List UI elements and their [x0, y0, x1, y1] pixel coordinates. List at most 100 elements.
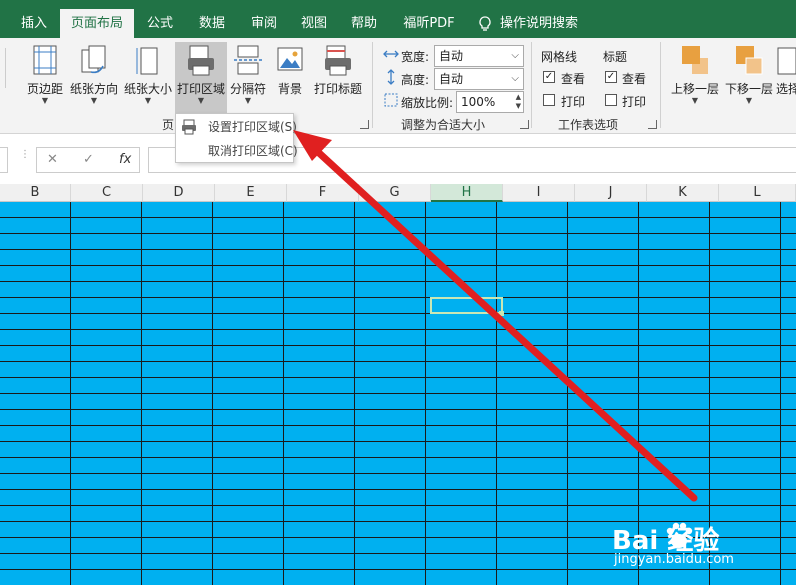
- tab-data[interactable]: 数据: [188, 9, 236, 38]
- width-value: 自动: [439, 49, 464, 63]
- scale-value: 100%: [461, 95, 496, 109]
- print-titles-label: 打印标题: [313, 82, 362, 96]
- orientation-label: 纸张方向: [69, 82, 118, 96]
- chevron-down-icon: ▼: [691, 96, 699, 105]
- headings-print-checkbox[interactable]: [605, 94, 617, 106]
- tab-view[interactable]: 视图: [290, 9, 338, 38]
- bring-forward-icon: [682, 46, 708, 74]
- ribbon: 页边距 ▼ 纸张方向 ▼ 纸张大小 ▼ 打印区域 ▼ 分隔符 ▼ 背景 打印标题…: [0, 38, 796, 134]
- gridlines-print-checkbox[interactable]: [543, 94, 555, 106]
- paper-size-icon: [136, 47, 158, 75]
- send-backward-icon: [736, 46, 763, 75]
- headings-view-label: 查看: [622, 72, 647, 86]
- fx-icon[interactable]: fx: [119, 152, 131, 167]
- gridlines-view-label: 查看: [561, 72, 586, 86]
- selection-pane-label: 选择: [776, 82, 796, 96]
- column-header[interactable]: L: [719, 184, 796, 202]
- active-cell[interactable]: [430, 297, 503, 314]
- gridlines-view-checkbox[interactable]: ✓: [543, 71, 555, 83]
- height-select[interactable]: 自动 ⌵: [434, 68, 524, 90]
- tab-foxit-pdf[interactable]: 福昕PDF: [392, 9, 466, 38]
- bring-forward-button[interactable]: 上移一层 ▼: [668, 38, 722, 110]
- chevron-down-icon: ▼: [197, 96, 205, 105]
- column-header[interactable]: K: [647, 184, 719, 202]
- breaks-icon: [234, 45, 262, 75]
- column-header[interactable]: E: [215, 184, 287, 202]
- bring-forward-label: 上移一层: [670, 82, 719, 96]
- sheet-options-launcher-icon[interactable]: [648, 120, 657, 129]
- more-icon[interactable]: ⋮: [20, 150, 30, 168]
- group-divider: [372, 42, 373, 128]
- page-setup-launcher-icon[interactable]: [360, 120, 369, 129]
- lightbulb-icon: [479, 16, 491, 31]
- gridlines-print-label: 打印: [561, 95, 586, 109]
- chevron-down-icon: ⌵: [511, 73, 519, 84]
- name-box[interactable]: [0, 147, 8, 173]
- width-select[interactable]: 自动 ⌵: [434, 45, 524, 67]
- size-label: 纸张大小: [123, 82, 172, 96]
- scale-to-fit-group-label: 调整为合适大小: [401, 118, 486, 132]
- cancel-icon[interactable]: ✕: [47, 152, 58, 167]
- print-area-icon: [188, 45, 214, 76]
- headings-print-label: 打印: [622, 95, 647, 109]
- clear-print-area-item[interactable]: 取消打印区域(C): [176, 139, 298, 163]
- column-header[interactable]: D: [143, 184, 215, 202]
- headings-view-checkbox[interactable]: ✓: [605, 71, 617, 83]
- fill-handle[interactable]: [499, 311, 504, 316]
- group-divider: [531, 42, 532, 128]
- column-header-selected[interactable]: H: [431, 184, 503, 202]
- margins-icon: [33, 45, 57, 75]
- breaks-label: 分隔符: [229, 82, 266, 96]
- chevron-down-icon: ▼: [41, 96, 49, 105]
- margins-button[interactable]: 页边距 ▼: [22, 38, 68, 110]
- print-area-label: 打印区域: [176, 82, 225, 96]
- tab-help[interactable]: 帮助: [340, 9, 388, 38]
- height-value: 自动: [439, 72, 464, 86]
- enter-icon[interactable]: ✓: [83, 152, 94, 167]
- column-header[interactable]: J: [575, 184, 647, 202]
- page-setup-group-label: 页: [162, 118, 175, 132]
- set-print-area-item[interactable]: 设置打印区域(S): [176, 115, 297, 139]
- scale-icon: [384, 93, 398, 107]
- breaks-button[interactable]: 分隔符 ▼: [228, 38, 268, 110]
- spinner-arrows-icon[interactable]: ▲ ▼: [516, 93, 521, 111]
- tab-review[interactable]: 审阅: [240, 9, 288, 38]
- gridlines-header: 网格线: [541, 50, 578, 64]
- clear-print-area-label: 取消打印区域(C): [208, 144, 298, 158]
- tell-me-search[interactable]: 操作说明搜索: [500, 9, 580, 38]
- tab-page-layout[interactable]: 页面布局: [60, 9, 134, 38]
- height-label: 高度:: [401, 73, 430, 87]
- tab-formulas[interactable]: 公式: [136, 9, 184, 38]
- column-header[interactable]: C: [71, 184, 143, 202]
- column-header[interactable]: B: [0, 184, 71, 202]
- send-backward-label: 下移一层: [724, 82, 773, 96]
- send-backward-button[interactable]: 下移一层 ▼: [722, 38, 776, 110]
- chevron-down-icon: ▼: [745, 96, 753, 105]
- excel-window: 插入 页面布局 公式 数据 审阅 视图 帮助 福昕PDF 操作说明搜索 页边距 …: [0, 0, 796, 585]
- baidu-jingyan-watermark: Bai 经验 jingyan.baidu.com: [612, 520, 762, 576]
- scale-launcher-icon[interactable]: [520, 120, 529, 129]
- orientation-button[interactable]: 纸张方向 ▼: [68, 38, 120, 110]
- print-titles-button[interactable]: 打印标题: [312, 38, 364, 110]
- size-button[interactable]: 纸张大小 ▼: [122, 38, 174, 110]
- print-area-button[interactable]: 打印区域 ▼: [175, 42, 227, 114]
- chevron-down-icon: ▼: [244, 96, 252, 105]
- watermark-url: jingyan.baidu.com: [614, 552, 734, 567]
- print-area-menu: 设置打印区域(S) 取消打印区域(C): [175, 113, 298, 163]
- column-header[interactable]: F: [287, 184, 359, 202]
- set-print-area-label: 设置打印区域(S): [208, 120, 297, 134]
- column-header[interactable]: G: [359, 184, 431, 202]
- group-divider: [660, 42, 661, 128]
- chevron-down-icon: ⌵: [511, 50, 519, 61]
- scale-label: 缩放比例:: [401, 96, 454, 110]
- column-header[interactable]: I: [503, 184, 575, 202]
- scale-spinner[interactable]: 100% ▲ ▼: [456, 91, 524, 113]
- formula-buttons: ✕ ✓ fx: [36, 147, 140, 173]
- sheet-options-group-label: 工作表选项: [558, 118, 619, 132]
- background-button[interactable]: 背景: [270, 38, 310, 110]
- themes-group-stub: [0, 48, 6, 88]
- formula-bar: ⋮ ✕ ✓ fx: [0, 134, 796, 184]
- selection-pane-button[interactable]: 选择: [776, 38, 796, 110]
- tab-insert[interactable]: 插入: [10, 9, 58, 38]
- set-print-area-icon: [182, 119, 196, 135]
